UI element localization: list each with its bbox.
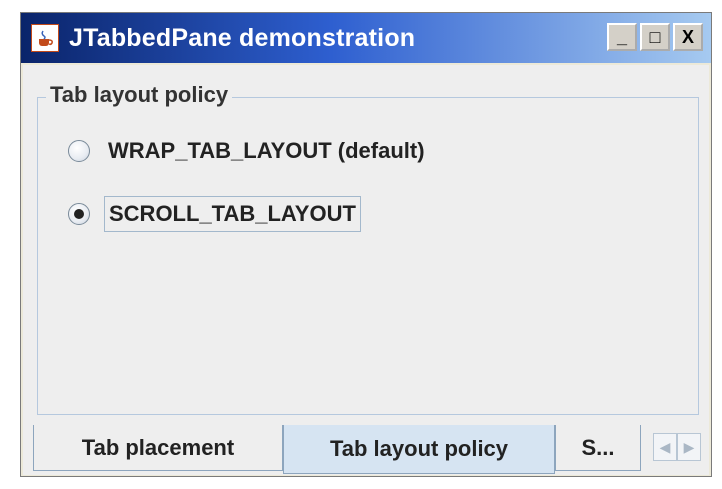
arrow-right-icon: ▶ xyxy=(683,438,695,455)
title-bar[interactable]: JTabbedPane demonstration _ □ X xyxy=(21,13,711,63)
tab-scroll-right-button[interactable]: ▶ xyxy=(677,433,701,461)
close-icon: X xyxy=(681,26,694,47)
minimize-icon: _ xyxy=(616,26,627,47)
radio-label-wrap: WRAP_TAB_LAYOUT (default) xyxy=(108,138,425,163)
window-controls: _ □ X xyxy=(607,23,703,51)
radio-selected-dot xyxy=(74,209,84,219)
scroll-tab-layout-option[interactable]: SCROLL_TAB_LAYOUT xyxy=(68,196,361,232)
radio-label-scroll: SCROLL_TAB_LAYOUT xyxy=(104,196,361,232)
radio-button-wrap[interactable] xyxy=(68,140,90,162)
tab-placement[interactable]: Tab placement xyxy=(33,425,283,471)
minimize-button[interactable]: _ xyxy=(607,23,637,51)
tab-layout-policy[interactable]: Tab layout policy xyxy=(283,425,555,474)
maximize-button[interactable]: □ xyxy=(640,23,670,51)
tab-truncated[interactable]: S... xyxy=(555,425,641,471)
tab-layout-policy-group: Tab layout policy WRAP_TAB_LAYOUT (defau… xyxy=(37,82,699,415)
group-title: Tab layout policy xyxy=(46,82,233,108)
close-button[interactable]: X xyxy=(673,23,703,51)
tab-strip: Tab placement Tab layout policy S... ◀ ▶ xyxy=(23,425,709,475)
tab-content-panel: Tab layout policy WRAP_TAB_LAYOUT (defau… xyxy=(23,65,709,425)
java-cup-icon xyxy=(31,24,59,52)
tab-label: S... xyxy=(581,434,615,460)
app-window: JTabbedPane demonstration _ □ X Tab layo… xyxy=(20,12,712,477)
window-title: JTabbedPane demonstration xyxy=(69,23,416,52)
radio-button-scroll[interactable] xyxy=(68,203,90,225)
tab-label: Tab layout policy xyxy=(329,436,509,461)
maximize-icon: □ xyxy=(649,26,661,47)
tab-label: Tab placement xyxy=(81,434,235,460)
wrap-tab-layout-option[interactable]: WRAP_TAB_LAYOUT (default) xyxy=(68,134,429,168)
arrow-left-icon: ◀ xyxy=(659,438,671,455)
tab-scroll-left-button[interactable]: ◀ xyxy=(653,433,677,461)
